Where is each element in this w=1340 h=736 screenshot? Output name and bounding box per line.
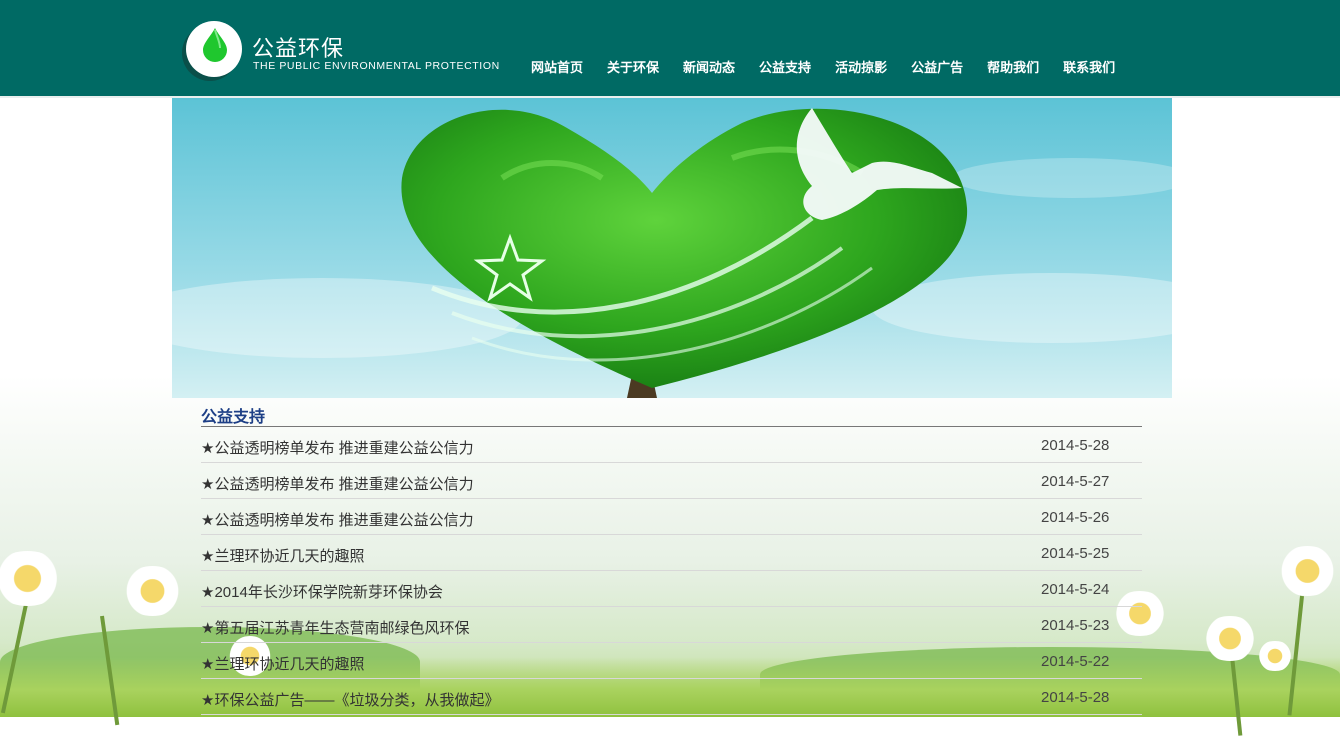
logo-title: 公益环保 bbox=[252, 36, 345, 61]
news-list: ★公益透明榜单发布 推进重建公益公信力 2014-5-28 ★公益透明榜单发布 … bbox=[201, 427, 1142, 715]
support-section: 公益支持 ★公益透明榜单发布 推进重建公益公信力 2014-5-28 ★公益透明… bbox=[201, 398, 1142, 717]
banner-image bbox=[172, 98, 1172, 398]
nav-home[interactable]: 网站首页 bbox=[531, 57, 583, 76]
list-item[interactable]: ★公益透明榜单发布 推进重建公益公信力 2014-5-27 bbox=[201, 463, 1142, 499]
list-item[interactable]: ★兰理环协近几天的趣照 2014-5-25 bbox=[201, 535, 1142, 571]
news-title[interactable]: ★2014年长沙环保学院新芽环保协会 bbox=[201, 581, 443, 602]
leaf-drop-icon bbox=[203, 28, 227, 62]
news-date: 2014-5-28 bbox=[1041, 689, 1110, 706]
news-date: 2014-5-23 bbox=[1041, 617, 1110, 634]
list-item[interactable]: ★第五届江苏青年生态营南邮绿色风环保 2014-5-23 bbox=[201, 607, 1142, 643]
nav-help[interactable]: 帮助我们 bbox=[987, 57, 1039, 76]
hero-banner bbox=[172, 98, 1172, 398]
logo-icon[interactable] bbox=[186, 21, 242, 77]
news-title[interactable]: ★第五届江苏青年生态营南邮绿色风环保 bbox=[201, 617, 469, 638]
list-item[interactable]: ★兰理环协近几天的趣照 2014-5-22 bbox=[201, 643, 1142, 679]
news-title[interactable]: ★兰理环协近几天的趣照 bbox=[201, 653, 364, 674]
news-title[interactable]: ★公益透明榜单发布 推进重建公益公信力 bbox=[201, 437, 474, 458]
logo-subtitle: THE PUBLIC ENVIRONMENTAL PROTECTION bbox=[253, 60, 500, 72]
main-nav: 网站首页 关于环保 新闻动态 公益支持 活动掠影 公益广告 帮助我们 联系我们 bbox=[531, 57, 1139, 76]
news-date: 2014-5-28 bbox=[1041, 437, 1110, 454]
nav-ads[interactable]: 公益广告 bbox=[911, 57, 963, 76]
nav-news[interactable]: 新闻动态 bbox=[683, 57, 735, 76]
nav-support[interactable]: 公益支持 bbox=[759, 57, 811, 76]
news-title[interactable]: ★兰理环协近几天的趣照 bbox=[201, 545, 364, 566]
site-header: 公益环保 THE PUBLIC ENVIRONMENTAL PROTECTION… bbox=[0, 0, 1340, 96]
news-date: 2014-5-22 bbox=[1041, 653, 1110, 670]
list-item[interactable]: ★公益透明榜单发布 推进重建公益公信力 2014-5-26 bbox=[201, 499, 1142, 535]
nav-activities[interactable]: 活动掠影 bbox=[835, 57, 887, 76]
nav-contact[interactable]: 联系我们 bbox=[1063, 57, 1115, 76]
nav-about[interactable]: 关于环保 bbox=[607, 57, 659, 76]
section-title: 公益支持 bbox=[201, 409, 266, 426]
news-title[interactable]: ★公益透明榜单发布 推进重建公益公信力 bbox=[201, 509, 474, 530]
news-title[interactable]: ★环保公益广告——《垃圾分类，从我做起》 bbox=[201, 689, 499, 710]
news-date: 2014-5-25 bbox=[1041, 545, 1110, 562]
list-item[interactable]: ★环保公益广告——《垃圾分类，从我做起》 2014-5-28 bbox=[201, 679, 1142, 715]
news-title[interactable]: ★公益透明榜单发布 推进重建公益公信力 bbox=[201, 473, 474, 494]
news-date: 2014-5-26 bbox=[1041, 509, 1110, 526]
list-item[interactable]: ★公益透明榜单发布 推进重建公益公信力 2014-5-28 bbox=[201, 427, 1142, 463]
list-item[interactable]: ★2014年长沙环保学院新芽环保协会 2014-5-24 bbox=[201, 571, 1142, 607]
news-date: 2014-5-27 bbox=[1041, 473, 1110, 490]
news-date: 2014-5-24 bbox=[1041, 581, 1110, 598]
